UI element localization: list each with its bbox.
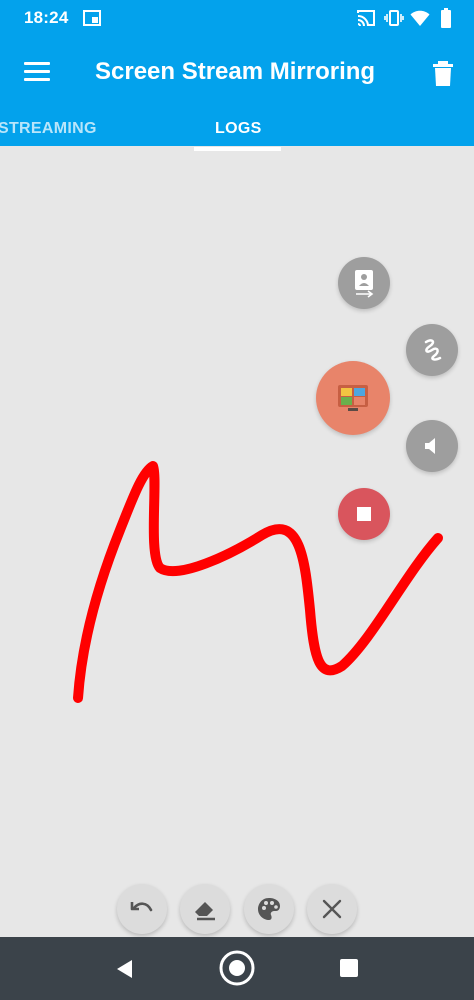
status-bar: 18:24 xyxy=(0,0,474,36)
navigation-bar xyxy=(0,937,474,1000)
stop-button[interactable] xyxy=(338,488,390,540)
draw-button[interactable] xyxy=(406,324,458,376)
app-title: Screen Stream Mirroring xyxy=(95,58,376,85)
eraser-icon xyxy=(195,902,215,921)
camera-overlay-icon xyxy=(355,270,374,298)
app-logo-icon xyxy=(338,385,368,411)
back-icon xyxy=(117,960,132,978)
wifi-icon xyxy=(410,10,430,26)
undo-icon xyxy=(130,902,153,912)
stop-icon xyxy=(357,507,371,521)
draw-icon xyxy=(424,339,442,361)
tab-streaming[interactable]: STREAMING xyxy=(0,120,97,138)
close-icon xyxy=(322,899,342,919)
undo-button[interactable] xyxy=(117,884,167,934)
volume-icon xyxy=(425,438,435,454)
close-drawing-button[interactable] xyxy=(307,884,357,934)
home-icon xyxy=(219,950,255,986)
hamburger-menu-icon[interactable] xyxy=(18,56,58,92)
battery-icon xyxy=(441,8,451,28)
palette-icon xyxy=(258,898,280,920)
palette-button[interactable] xyxy=(244,884,294,934)
tab-logs[interactable]: LOGS xyxy=(215,120,262,138)
camera-overlay-button[interactable] xyxy=(338,257,390,309)
tab-bar: STREAMING LOGS xyxy=(0,114,474,146)
cast-icon xyxy=(357,10,375,27)
app-bar: Screen Stream Mirroring STREAMING LOGS xyxy=(0,36,474,146)
recents-button[interactable] xyxy=(336,955,362,981)
drawing-canvas[interactable] xyxy=(0,151,474,937)
trash-icon[interactable] xyxy=(426,56,460,90)
eraser-button[interactable] xyxy=(180,884,230,934)
app-logo-button[interactable] xyxy=(316,361,390,435)
volume-button[interactable] xyxy=(406,420,458,472)
freehand-drawing xyxy=(73,461,443,703)
home-button[interactable] xyxy=(218,949,256,987)
vibrate-icon xyxy=(384,10,404,26)
status-time: 18:24 xyxy=(24,8,69,27)
recents-icon xyxy=(340,959,358,977)
screenshot-notification-icon xyxy=(83,10,101,26)
back-button[interactable] xyxy=(110,955,138,983)
